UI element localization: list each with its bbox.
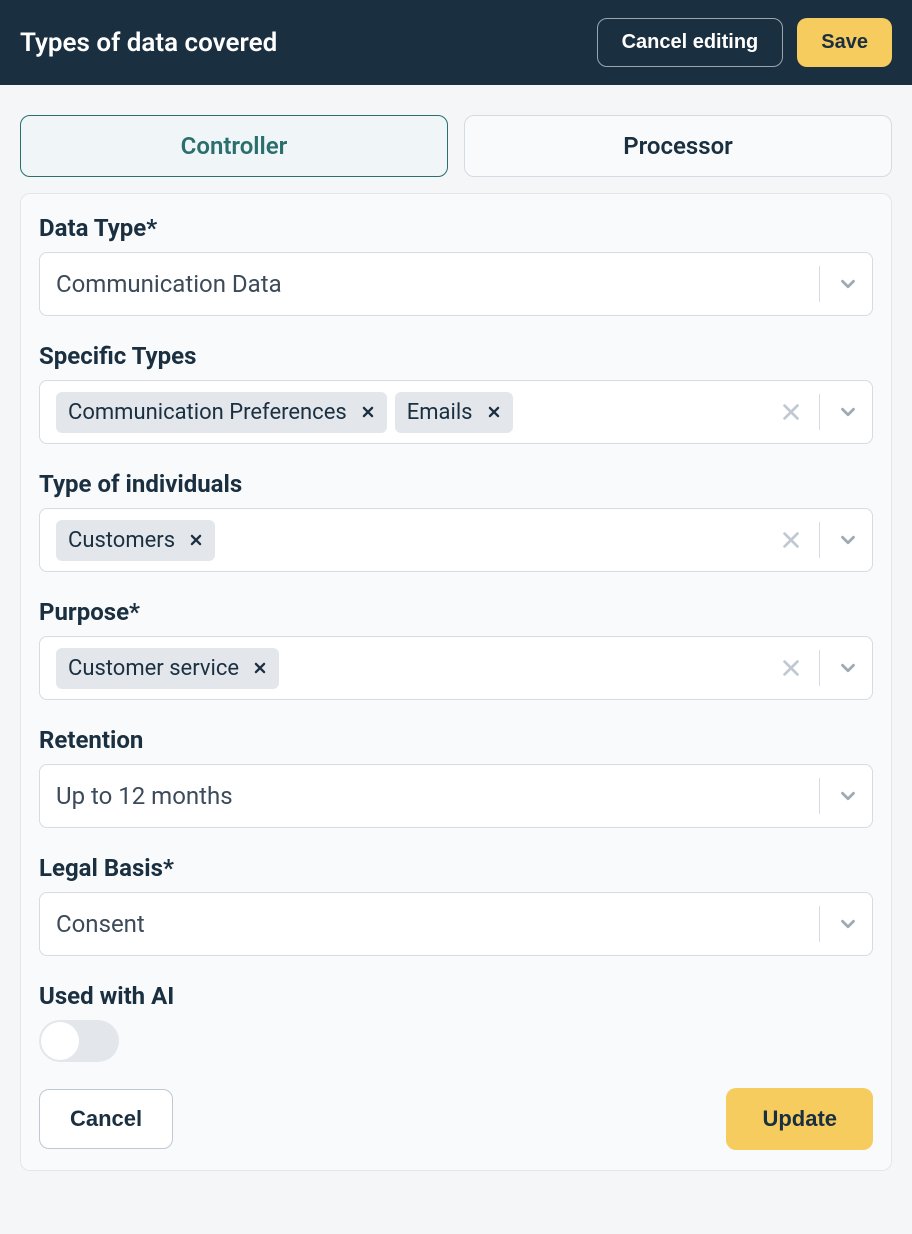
save-button[interactable]: Save: [797, 18, 892, 67]
field-data-type: Data Type* Communication Data: [39, 214, 873, 316]
field-specific-types: Specific Types Communication Preferences…: [39, 342, 873, 444]
field-purpose: Purpose* Customer service: [39, 598, 873, 700]
label-used-with-ai: Used with AI: [39, 982, 873, 1010]
close-icon[interactable]: [487, 405, 501, 419]
field-type-of-individuals: Type of individuals Customers: [39, 470, 873, 572]
chip-label: Communication Preferences: [68, 400, 347, 425]
tab-processor[interactable]: Processor: [464, 115, 892, 177]
close-icon[interactable]: [253, 661, 267, 675]
select-specific-types[interactable]: Communication Preferences Emails: [39, 380, 873, 444]
label-legal-basis: Legal Basis*: [39, 854, 873, 882]
form-card: Data Type* Communication Data Specific T…: [20, 193, 892, 1171]
tab-controller[interactable]: Controller: [20, 115, 448, 177]
cancel-editing-button[interactable]: Cancel editing: [597, 18, 784, 67]
chip-label: Customers: [68, 528, 175, 553]
toggle-knob: [41, 1022, 79, 1060]
select-retention[interactable]: Up to 12 months: [39, 764, 873, 828]
close-icon[interactable]: [189, 533, 203, 547]
page-title: Types of data covered: [20, 28, 277, 58]
chevron-down-icon[interactable]: [824, 900, 872, 948]
select-retention-value: Up to 12 months: [56, 772, 815, 820]
select-type-of-individuals[interactable]: Customers: [39, 508, 873, 572]
label-data-type: Data Type*: [39, 214, 873, 242]
toggle-used-with-ai[interactable]: [39, 1020, 119, 1062]
clear-all-icon[interactable]: [767, 388, 815, 436]
chevron-down-icon[interactable]: [824, 260, 872, 308]
update-button[interactable]: Update: [726, 1088, 873, 1150]
chevron-down-icon[interactable]: [824, 388, 872, 436]
tabs: Controller Processor: [0, 85, 912, 193]
chip-purpose-0: Customer service: [56, 648, 279, 689]
field-retention: Retention Up to 12 months: [39, 726, 873, 828]
header-actions: Cancel editing Save: [597, 18, 892, 67]
form-footer: Cancel Update: [39, 1088, 873, 1150]
chip-specific-type-1: Emails: [395, 392, 513, 433]
clear-all-icon[interactable]: [767, 516, 815, 564]
page-header: Types of data covered Cancel editing Sav…: [0, 0, 912, 85]
select-legal-basis-value: Consent: [56, 900, 815, 948]
select-purpose[interactable]: Customer service: [39, 636, 873, 700]
chip-specific-type-0: Communication Preferences: [56, 392, 387, 433]
select-data-type-value: Communication Data: [56, 260, 815, 308]
label-specific-types: Specific Types: [39, 342, 873, 370]
chip-label: Emails: [407, 400, 473, 425]
label-retention: Retention: [39, 726, 873, 754]
cancel-button[interactable]: Cancel: [39, 1089, 173, 1149]
field-legal-basis: Legal Basis* Consent: [39, 854, 873, 956]
field-used-with-ai: Used with AI: [39, 982, 873, 1062]
chip-label: Customer service: [68, 656, 239, 681]
chevron-down-icon[interactable]: [824, 644, 872, 692]
select-data-type[interactable]: Communication Data: [39, 252, 873, 316]
select-legal-basis[interactable]: Consent: [39, 892, 873, 956]
chevron-down-icon[interactable]: [824, 772, 872, 820]
chip-individual-0: Customers: [56, 520, 215, 561]
close-icon[interactable]: [361, 405, 375, 419]
label-type-of-individuals: Type of individuals: [39, 470, 873, 498]
clear-all-icon[interactable]: [767, 644, 815, 692]
label-purpose: Purpose*: [39, 598, 873, 626]
chevron-down-icon[interactable]: [824, 516, 872, 564]
